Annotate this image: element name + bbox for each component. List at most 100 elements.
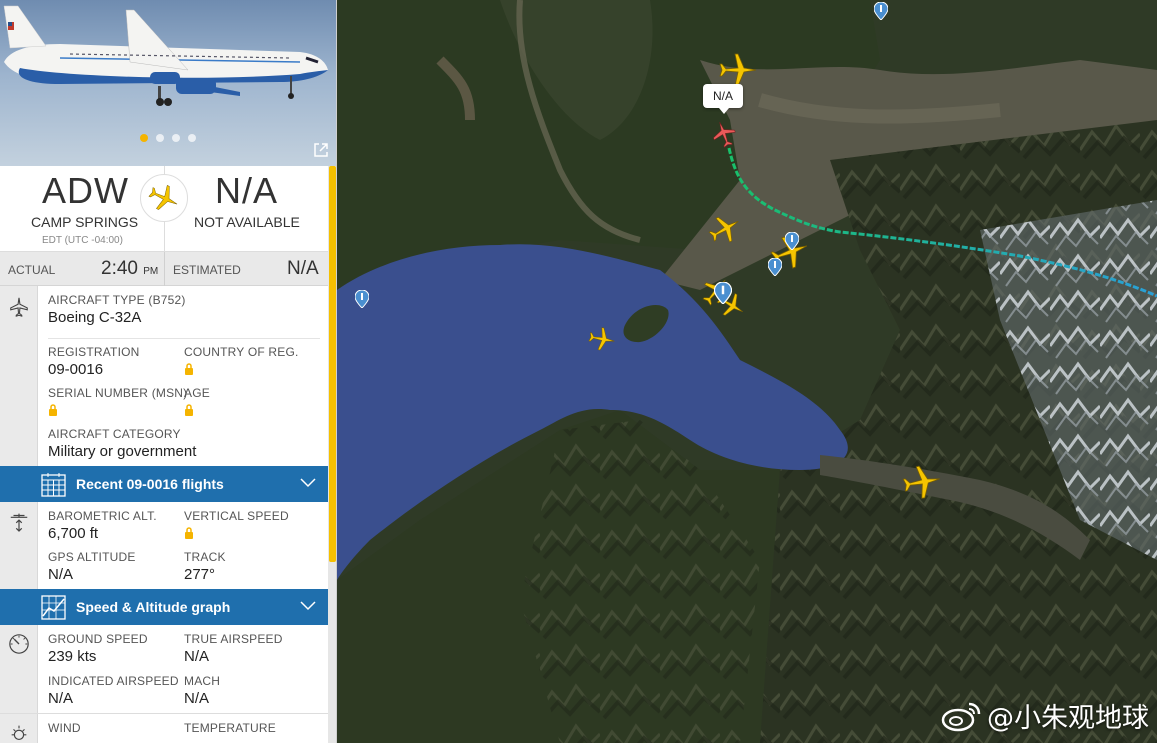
- speed-section: GROUND SPEED 239 kts TRUE AIRSPEED N/A I…: [0, 625, 328, 713]
- lock-icon[interactable]: [184, 527, 194, 539]
- flight-tracker-window: N/A @小朱观地球 ADW CAMP SPRINGS EDT (UTC -04…: [0, 0, 1157, 743]
- recent-flights-label: Recent 09-0016 flights: [76, 476, 224, 492]
- section-sidebar: [0, 625, 38, 713]
- estimated-time-label: ESTIMATED: [173, 263, 241, 277]
- section-sidebar: [0, 502, 38, 589]
- true-airspeed-value: N/A: [184, 648, 210, 665]
- selected-aircraft-marker[interactable]: [710, 120, 738, 148]
- actual-time-label: ACTUAL: [8, 263, 56, 277]
- airplane-icon: [10, 297, 28, 317]
- vertical-speed-field: VERTICAL SPEED: [184, 509, 289, 539]
- aircraft-marker[interactable]: [708, 212, 742, 246]
- track-label: TRACK: [184, 550, 226, 564]
- carousel-dot[interactable]: [156, 134, 164, 142]
- departing-plane-icon: [148, 185, 178, 210]
- selected-aircraft-label[interactable]: N/A: [703, 84, 743, 114]
- flight-info-panel: ADW CAMP SPRINGS EDT (UTC -04:00) N/A NO…: [0, 0, 337, 743]
- airport-pin-icon[interactable]: [355, 290, 369, 308]
- temperature-field: TEMPERATURE: [184, 721, 276, 735]
- estimated-time-value: N/A: [287, 258, 319, 279]
- age-field: AGE: [184, 386, 210, 416]
- indicated-airspeed-field: INDICATED AIRSPEED N/A: [48, 674, 179, 707]
- carousel-dot[interactable]: [140, 134, 148, 142]
- gps-alt-label: GPS ALTITUDE: [48, 550, 136, 564]
- msn-label: SERIAL NUMBER (MSN): [48, 386, 188, 400]
- origin-timezone: EDT (UTC -04:00): [42, 235, 123, 246]
- destination-code: N/A: [215, 170, 279, 211]
- actual-time-value: 2:40 PM: [101, 258, 158, 280]
- registration-field: REGISTRATION 09-0016: [48, 345, 140, 378]
- speedometer-icon: [9, 634, 29, 654]
- chevron-down-icon: [300, 601, 316, 611]
- ground-speed-label: GROUND SPEED: [48, 632, 148, 646]
- graph-label: Speed & Altitude graph: [76, 599, 231, 615]
- aircraft-marker[interactable]: [588, 325, 616, 353]
- carousel-dot[interactable]: [188, 134, 196, 142]
- track-field: TRACK 277°: [184, 550, 226, 583]
- registration-value[interactable]: 09-0016: [48, 361, 140, 378]
- altitude-plane-icon: [10, 513, 28, 532]
- baro-alt-label: BAROMETRIC ALT.: [48, 509, 157, 523]
- age-label: AGE: [184, 386, 210, 400]
- airport-pin-icon[interactable]: [785, 232, 799, 250]
- category-label: AIRCRAFT CATEGORY: [48, 427, 181, 441]
- weibo-logo-icon: [941, 702, 981, 731]
- airport-pin-icon[interactable]: [874, 2, 888, 20]
- true-airspeed-label: TRUE AIRSPEED: [184, 632, 283, 646]
- airport-pin-icon[interactable]: [768, 258, 782, 276]
- weather-section: WIND TEMPERATURE: [0, 713, 328, 743]
- mach-value: N/A: [184, 690, 210, 707]
- actual-time-number: 2:40: [101, 258, 138, 279]
- lock-icon[interactable]: [184, 363, 194, 375]
- departure-icon-badge: [140, 174, 188, 222]
- aircraft-details-section: AIRCRAFT TYPE (B752) Boeing C-32A REGIST…: [0, 286, 328, 466]
- aircraft-type-field: AIRCRAFT TYPE (B752) Boeing C-32A: [48, 293, 186, 326]
- mach-label: MACH: [184, 674, 221, 688]
- origin-city: CAMP SPRINGS: [31, 214, 139, 230]
- actual-time-suffix: PM: [143, 266, 159, 277]
- sun-icon: [11, 725, 27, 741]
- aircraft-marker[interactable]: [902, 462, 942, 502]
- calendar-icon: [41, 473, 66, 497]
- aircraft-type-label: AIRCRAFT TYPE (B752): [48, 293, 186, 307]
- aircraft-type-value: Boeing C-32A: [48, 309, 142, 326]
- baro-alt-field: BAROMETRIC ALT. 6,700 ft: [48, 509, 157, 542]
- category-value: Military or government: [48, 443, 197, 460]
- aircraft-photo[interactable]: [0, 0, 336, 166]
- lock-icon[interactable]: [184, 404, 194, 416]
- temperature-label: TEMPERATURE: [184, 721, 276, 735]
- ground-speed-field: GROUND SPEED 239 kts: [48, 632, 148, 665]
- time-row: ACTUAL 2:40 PM ESTIMATED N/A: [0, 252, 328, 286]
- carousel-dot[interactable]: [172, 134, 180, 142]
- time-divider: [164, 252, 165, 286]
- route-summary: ADW CAMP SPRINGS EDT (UTC -04:00) N/A NO…: [0, 166, 328, 252]
- country-label: COUNTRY OF REG.: [184, 345, 299, 359]
- origin-code[interactable]: ADW: [42, 170, 129, 212]
- altitude-section: BAROMETRIC ALT. 6,700 ft VERTICAL SPEED …: [0, 502, 328, 589]
- category-field: AIRCRAFT CATEGORY Military or government: [48, 427, 196, 460]
- indicated-airspeed-label: INDICATED AIRSPEED: [48, 674, 179, 688]
- registration-label: REGISTRATION: [48, 345, 140, 359]
- speed-altitude-graph-toggle[interactable]: Speed & Altitude graph: [0, 589, 328, 625]
- aircraft-type-label-text: AIRCRAFT TYPE: [48, 293, 145, 307]
- watermark-text: @小朱观地球: [987, 703, 1149, 734]
- country-field: COUNTRY OF REG.: [184, 345, 299, 375]
- indicated-airspeed-value: N/A: [48, 690, 74, 707]
- baro-alt-value: 6,700 ft: [48, 525, 99, 542]
- graph-icon: [41, 595, 66, 620]
- section-sidebar: [0, 714, 38, 743]
- external-link-icon[interactable]: [313, 142, 329, 158]
- aircraft-type-code: (B752): [148, 293, 186, 307]
- vertical-speed-label: VERTICAL SPEED: [184, 509, 289, 523]
- wind-label: WIND: [48, 721, 81, 735]
- airport-pin-icon[interactable]: [714, 282, 732, 304]
- mach-field: MACH N/A: [184, 674, 220, 707]
- panel-scrollbar-thumb[interactable]: [329, 166, 336, 562]
- chevron-down-icon: [300, 478, 316, 488]
- track-value: 277°: [184, 566, 216, 583]
- recent-flights-toggle[interactable]: Recent 09-0016 flights: [0, 466, 328, 502]
- true-airspeed-field: TRUE AIRSPEED N/A: [184, 632, 283, 665]
- msn-field: SERIAL NUMBER (MSN): [48, 386, 187, 416]
- lock-icon[interactable]: [48, 404, 58, 416]
- wind-field: WIND: [48, 721, 81, 735]
